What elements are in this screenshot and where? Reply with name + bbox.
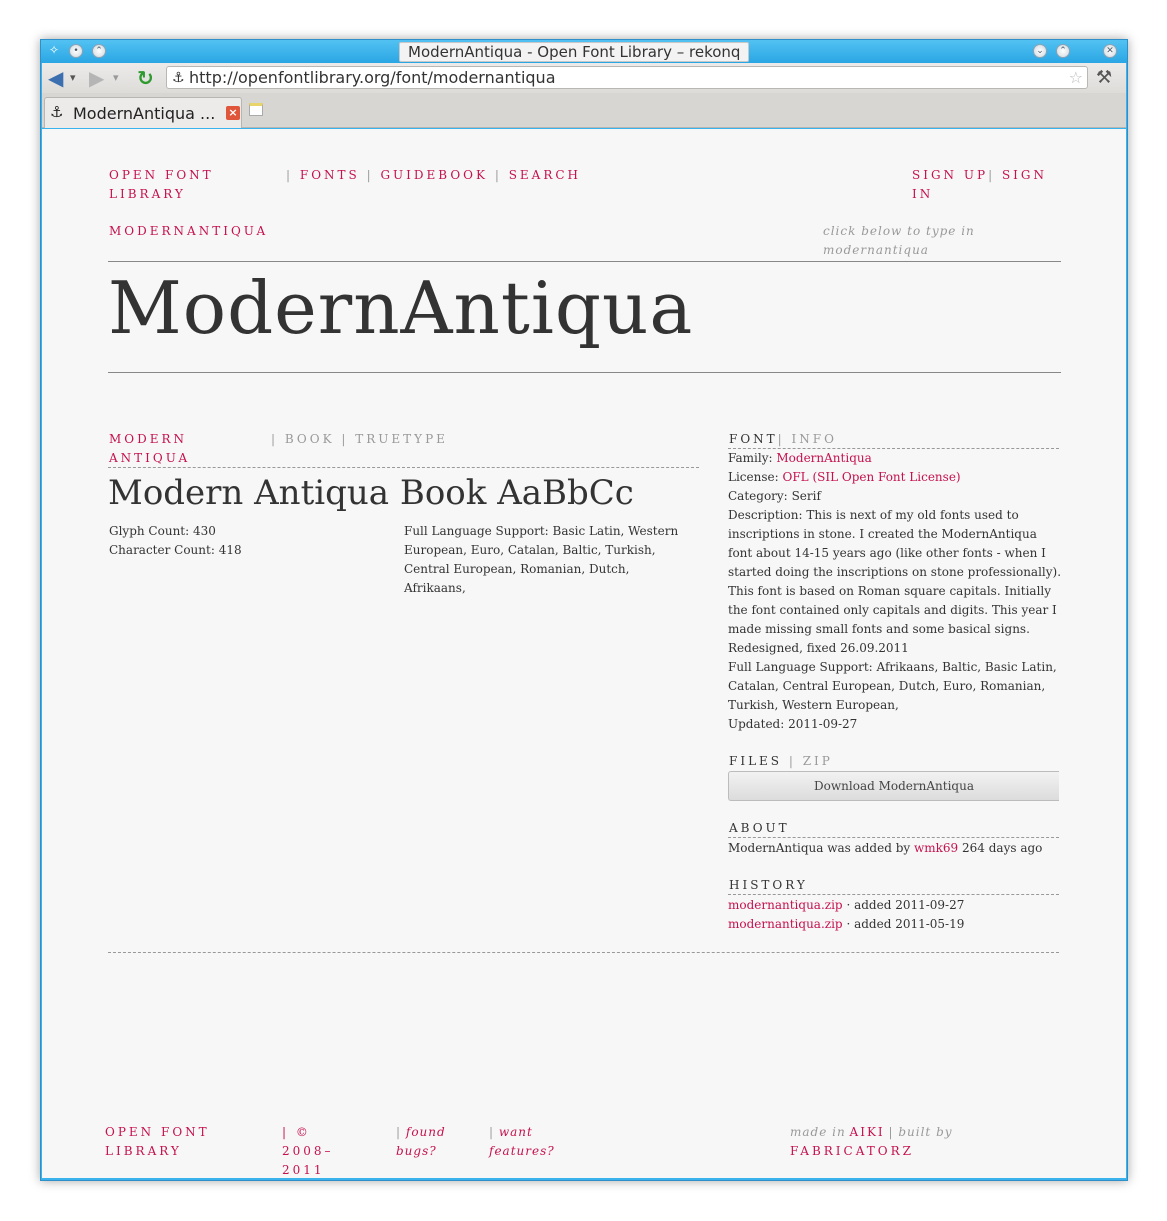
page-content: OPEN FONT LIBRARY | FONTS | GUIDEBOOK | … [42, 129, 1126, 1178]
divider [728, 894, 1059, 895]
tab-anchor-icon: ⚓ [50, 103, 64, 121]
style-name: MODERN ANTIQUA [109, 432, 191, 465]
character-count: Character Count: 418 [109, 543, 242, 557]
style-language-support: Full Language Support: Basic Latin, West… [404, 524, 679, 595]
info-license: License: OFL (SIL Open Font License) [728, 470, 961, 484]
site-brand-link[interactable]: OPEN FONT LIBRARY [109, 166, 219, 204]
app-menu-icon[interactable]: ✧ [47, 44, 61, 58]
style-weight: BOOK [284, 432, 335, 446]
close-icon[interactable]: ✕ [1103, 44, 1117, 58]
on-all-desktops-icon[interactable]: • [69, 44, 83, 58]
history-list: modernantiqua.zip · added 2011-09-27 mod… [728, 896, 964, 934]
info-family: Family: ModernAntiqua [728, 451, 872, 465]
nav-fonts-link[interactable]: FONTS [300, 168, 360, 182]
reload-icon[interactable]: ↻ [137, 67, 154, 89]
about-text: ModernAntiqua was added by wmk69 264 day… [728, 841, 1043, 855]
style-format: TRUETYPE [355, 432, 448, 446]
font-preview-text[interactable]: ModernAntiqua [108, 265, 693, 351]
forward-history-icon[interactable]: ▾ [113, 67, 119, 89]
nav-search-link[interactable]: SEARCH [509, 168, 581, 182]
tab-close-icon[interactable]: × [226, 106, 240, 120]
fabricatorz-link[interactable]: FABRICATORZ [790, 1144, 914, 1158]
history-file-link[interactable]: modernantiqua.zip [728, 917, 843, 931]
minimize-icon[interactable]: ⌄ [1033, 44, 1047, 58]
history-file-link[interactable]: modernantiqua.zip [728, 898, 843, 912]
divider [108, 372, 1061, 373]
about-heading: ABOUT [729, 821, 790, 835]
info-heading: FONT| INFO [729, 432, 837, 446]
footer-brand-link[interactable]: OPEN FONT LIBRARY [105, 1123, 215, 1161]
main-nav: | FONTS | GUIDEBOOK | SEARCH [286, 168, 582, 182]
divider [108, 261, 1061, 262]
info-language-support: Full Language Support: Afrikaans, Baltic… [728, 660, 1057, 712]
tab-label: ModernAntiqua ... [73, 104, 216, 123]
aiki-link[interactable]: AIKI [850, 1125, 885, 1139]
divider [108, 467, 699, 468]
style-tags: | BOOK | TRUETYPE [271, 432, 448, 446]
footer-credits: made in AIKI | built by FABRICATORZ [790, 1125, 953, 1158]
history-heading: HISTORY [729, 878, 808, 892]
url-bar[interactable]: ⚓ http://openfontlibrary.org/font/modern… [166, 66, 1088, 89]
forward-icon[interactable]: ▶ [89, 67, 104, 89]
glyph-count: Glyph Count: 430 [109, 524, 216, 538]
family-link[interactable]: ModernAntiqua [776, 451, 871, 465]
title-bar: ✧ • ⌃ ModernAntiqua - Open Font Library … [41, 40, 1127, 63]
back-history-icon[interactable]: ▾ [70, 67, 76, 89]
navigation-toolbar: ◀ ▾ ▶ ▾ ↻ ⚓ http://openfontlibrary.org/f… [42, 63, 1126, 93]
author-link[interactable]: wmk69 [914, 841, 958, 855]
url-text[interactable]: http://openfontlibrary.org/font/modernan… [189, 68, 556, 88]
window-title: ModernAntiqua - Open Font Library – reko… [399, 42, 750, 62]
keep-above-icon[interactable]: ⌃ [92, 44, 106, 58]
style-sample: Modern Antiqua Book AaBbCc [108, 473, 634, 513]
files-heading: FILES | ZIP [729, 754, 833, 768]
new-tab-icon[interactable] [249, 103, 263, 116]
maximize-icon[interactable]: ⌃ [1056, 44, 1070, 58]
tab-bar: ⚓ ModernAntiqua ... × [42, 93, 1126, 128]
info-updated: Updated: 2011-09-27 [728, 717, 858, 731]
font-slug: MODERNANTIQUA [109, 224, 269, 238]
account-nav: SIGN UP| SIGN IN [912, 168, 1047, 201]
license-link[interactable]: OFL (SIL Open Font License) [783, 470, 961, 484]
type-hint: click below to type in modernantiqua [823, 224, 975, 257]
signup-link[interactable]: SIGN UP [912, 168, 988, 182]
tools-wrench-icon[interactable]: ⚒ [1096, 67, 1112, 89]
tab-modernantiqua[interactable]: ⚓ ModernAntiqua ... × [44, 97, 242, 128]
bookmark-star-icon[interactable]: ☆ [1069, 68, 1083, 88]
divider [108, 952, 1059, 953]
site-anchor-icon: ⚓ [172, 70, 185, 86]
list-item: modernantiqua.zip · added 2011-09-27 [728, 898, 965, 912]
browser-window: ✧ • ⌃ ModernAntiqua - Open Font Library … [40, 39, 1128, 1181]
info-category: Category: Serif [728, 489, 821, 503]
font-info-block: Family: ModernAntiqua License: OFL (SIL … [728, 449, 1063, 734]
footer-copyright: | © 2008–2011 [282, 1125, 334, 1177]
download-button[interactable]: Download ModernAntiqua [728, 771, 1059, 801]
back-icon[interactable]: ◀ [48, 67, 63, 89]
want-features-link[interactable]: | want features? [489, 1123, 569, 1161]
found-bugs-link[interactable]: | found bugs? [396, 1123, 466, 1161]
zip-link[interactable]: ZIP [803, 754, 833, 768]
nav-guidebook-link[interactable]: GUIDEBOOK [380, 168, 488, 182]
info-description: Description: This is next of my old font… [728, 508, 1062, 655]
list-item: modernantiqua.zip · added 2011-05-19 [728, 917, 965, 931]
divider [728, 837, 1059, 838]
